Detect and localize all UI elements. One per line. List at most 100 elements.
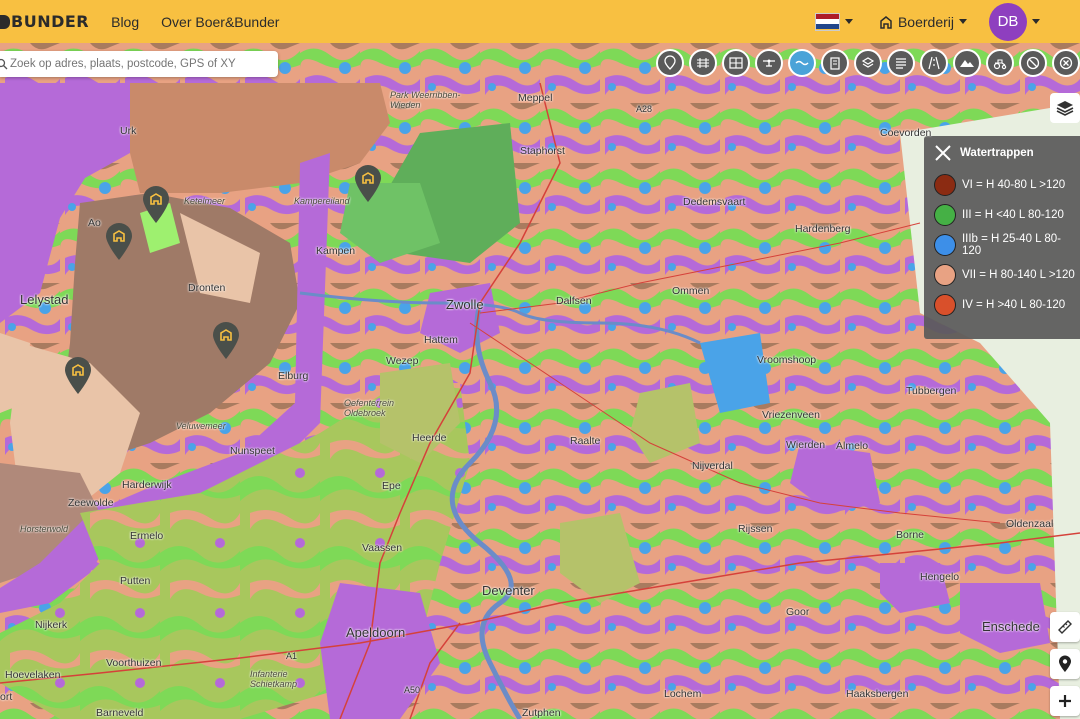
place-label-coevorden: Coevorden: [880, 127, 932, 139]
place-label-heerde: Heerde: [412, 432, 447, 444]
road-label: A1: [286, 651, 298, 661]
legend-swatch: [934, 234, 956, 256]
layer-toggle-button[interactable]: [1019, 49, 1047, 77]
layers-icon: [1056, 101, 1074, 116]
nav-link-blog[interactable]: Blog: [111, 14, 139, 30]
search-input[interactable]: [10, 58, 270, 70]
farm-marker-pin-icon[interactable]: [105, 223, 133, 261]
legend-label: VI = H 40-80 L >120: [962, 179, 1066, 191]
farm-selector[interactable]: Boerderij: [879, 14, 967, 30]
place-label-vriezenveen: Vriezenveen: [762, 409, 820, 421]
location-pin-icon: [1059, 655, 1071, 672]
farm-marker-pin-icon[interactable]: [142, 186, 170, 224]
chevron-down-icon: [844, 19, 853, 24]
place-label-epe: Epe: [382, 480, 401, 492]
farm-icon: [880, 15, 892, 29]
place-label-dalfsen: Dalfsen: [556, 295, 592, 307]
place-label-hoevelaken: Hoevelaken: [5, 669, 61, 681]
place-label-elburg: Elburg: [278, 370, 309, 382]
farm-marker-pin-icon[interactable]: [354, 165, 382, 203]
legend-label: IIIb = H 25-40 L 80-120: [961, 233, 1061, 257]
layer-toggle-button[interactable]: [1052, 49, 1080, 77]
layer-toggle-button[interactable]: [788, 49, 816, 77]
legend-panel: Watertrappen VI = H 40-80 L >120 III = H …: [924, 136, 1080, 339]
place-label-nijverdal: Nijverdal: [692, 460, 733, 472]
place-label-kampereiland: Kampereiland: [294, 196, 350, 206]
tractor-icon: [993, 59, 1007, 70]
logo-text: BUNDER: [11, 12, 90, 31]
legend-item: III = H <40 L 80-120: [924, 200, 1080, 230]
layer-toggle-button[interactable]: [887, 49, 915, 77]
water-icon: [795, 60, 809, 66]
user-menu[interactable]: DB: [967, 2, 1040, 41]
road-label: A50: [404, 685, 421, 695]
place-label-vroomshoop: Vroomshoop: [757, 354, 817, 366]
legend-swatch: [934, 264, 956, 286]
list-icon: [896, 58, 906, 69]
place-label-ao: Ao: [88, 217, 101, 229]
logo[interactable]: BUNDER: [0, 12, 89, 31]
zoom-in-button[interactable]: [1050, 686, 1080, 716]
legend-label: III = H <40 L 80-120: [962, 209, 1064, 221]
place-label-enschede: Enschede: [982, 619, 1040, 634]
place-label-oldebroek: Oefenterrein Oldebroek: [344, 398, 395, 418]
place-label-tubbergen: Tubbergen: [906, 385, 957, 397]
map-canvas[interactable]: Watertrappen VI = H 40-80 L >120 III = H …: [0, 43, 1080, 719]
map-pin-icon: [664, 55, 676, 70]
place-label-deventer: Deventer: [482, 583, 535, 598]
layer-toggle-button[interactable]: [953, 49, 981, 77]
layer-toggle-button[interactable]: [920, 49, 948, 77]
layer-toggle-button[interactable]: [689, 49, 717, 77]
place-label-zutphen: Zutphen: [522, 707, 561, 719]
layer-toggle-button[interactable]: [986, 49, 1014, 77]
place-label-lelystad: Lelystad: [20, 292, 69, 307]
layer-toggle-button[interactable]: [656, 49, 684, 77]
nav-link-about[interactable]: Over Boer&Bunder: [161, 14, 279, 30]
avatar: DB: [989, 2, 1027, 41]
chevron-down-icon: [1032, 19, 1040, 24]
locate-button[interactable]: [1050, 649, 1080, 679]
place-label-ketelmeer: Ketelmeer: [184, 196, 226, 206]
legend-item: IIIb = H 25-40 L 80-120: [924, 230, 1080, 260]
place-label-wierden: Wierden: [786, 439, 826, 451]
place-label-infanterie: Infanterie Schietkamp: [250, 669, 298, 689]
layer-toggle-button[interactable]: [755, 49, 783, 77]
place-label-veluwemeer: Veluwemeer: [176, 421, 226, 431]
legend-swatch: [934, 204, 956, 226]
search-bar[interactable]: [0, 51, 278, 77]
farm-marker-pin-icon[interactable]: [64, 357, 92, 395]
legend-item: VII = H 80-140 L >120: [924, 260, 1080, 290]
place-label-staphorst: Staphorst: [520, 145, 565, 157]
road-label: A28: [636, 104, 653, 114]
layer-toolbar: [656, 49, 1080, 77]
layer-toggle-button[interactable]: [821, 49, 849, 77]
place-label-hattem: Hattem: [424, 334, 458, 346]
layer-toggle-button[interactable]: [722, 49, 750, 77]
place-label-nijkerk: Nijkerk: [35, 619, 68, 631]
measure-button[interactable]: [1050, 612, 1080, 642]
farm-marker-pin-icon[interactable]: [212, 322, 240, 360]
place-label-urk: Urk: [120, 125, 137, 137]
place-label-hengelo: Hengelo: [920, 571, 960, 583]
header-right: Boerderij DB: [814, 0, 1080, 43]
place-label-ermelo: Ermelo: [130, 530, 164, 542]
place-label-borne: Borne: [896, 529, 925, 541]
place-label-oldenzaal: Oldenzaal: [1006, 518, 1054, 530]
place-label-nunspeet: Nunspeet: [230, 445, 275, 457]
place-label-wezep: Wezep: [386, 355, 419, 367]
place-label-raalte: Raalte: [570, 435, 601, 447]
place-label-almelo: Almelo: [836, 440, 869, 452]
legend-item: VI = H 40-80 L >120: [924, 170, 1080, 200]
stack-icon: [861, 57, 875, 68]
place-label-dronten: Dronten: [188, 282, 226, 294]
layers-button[interactable]: [1050, 93, 1080, 123]
place-label-lochem: Lochem: [664, 688, 702, 700]
language-selector[interactable]: [814, 12, 853, 31]
legend-swatch: [934, 174, 956, 196]
road-icon: [928, 56, 940, 70]
place-label-ommen: Ommen: [672, 285, 710, 297]
close-icon[interactable]: [934, 144, 952, 162]
layer-toggle-button[interactable]: [854, 49, 882, 77]
place-label-meppel: Meppel: [518, 92, 553, 104]
place-label-barneveld: Barneveld: [96, 707, 144, 719]
